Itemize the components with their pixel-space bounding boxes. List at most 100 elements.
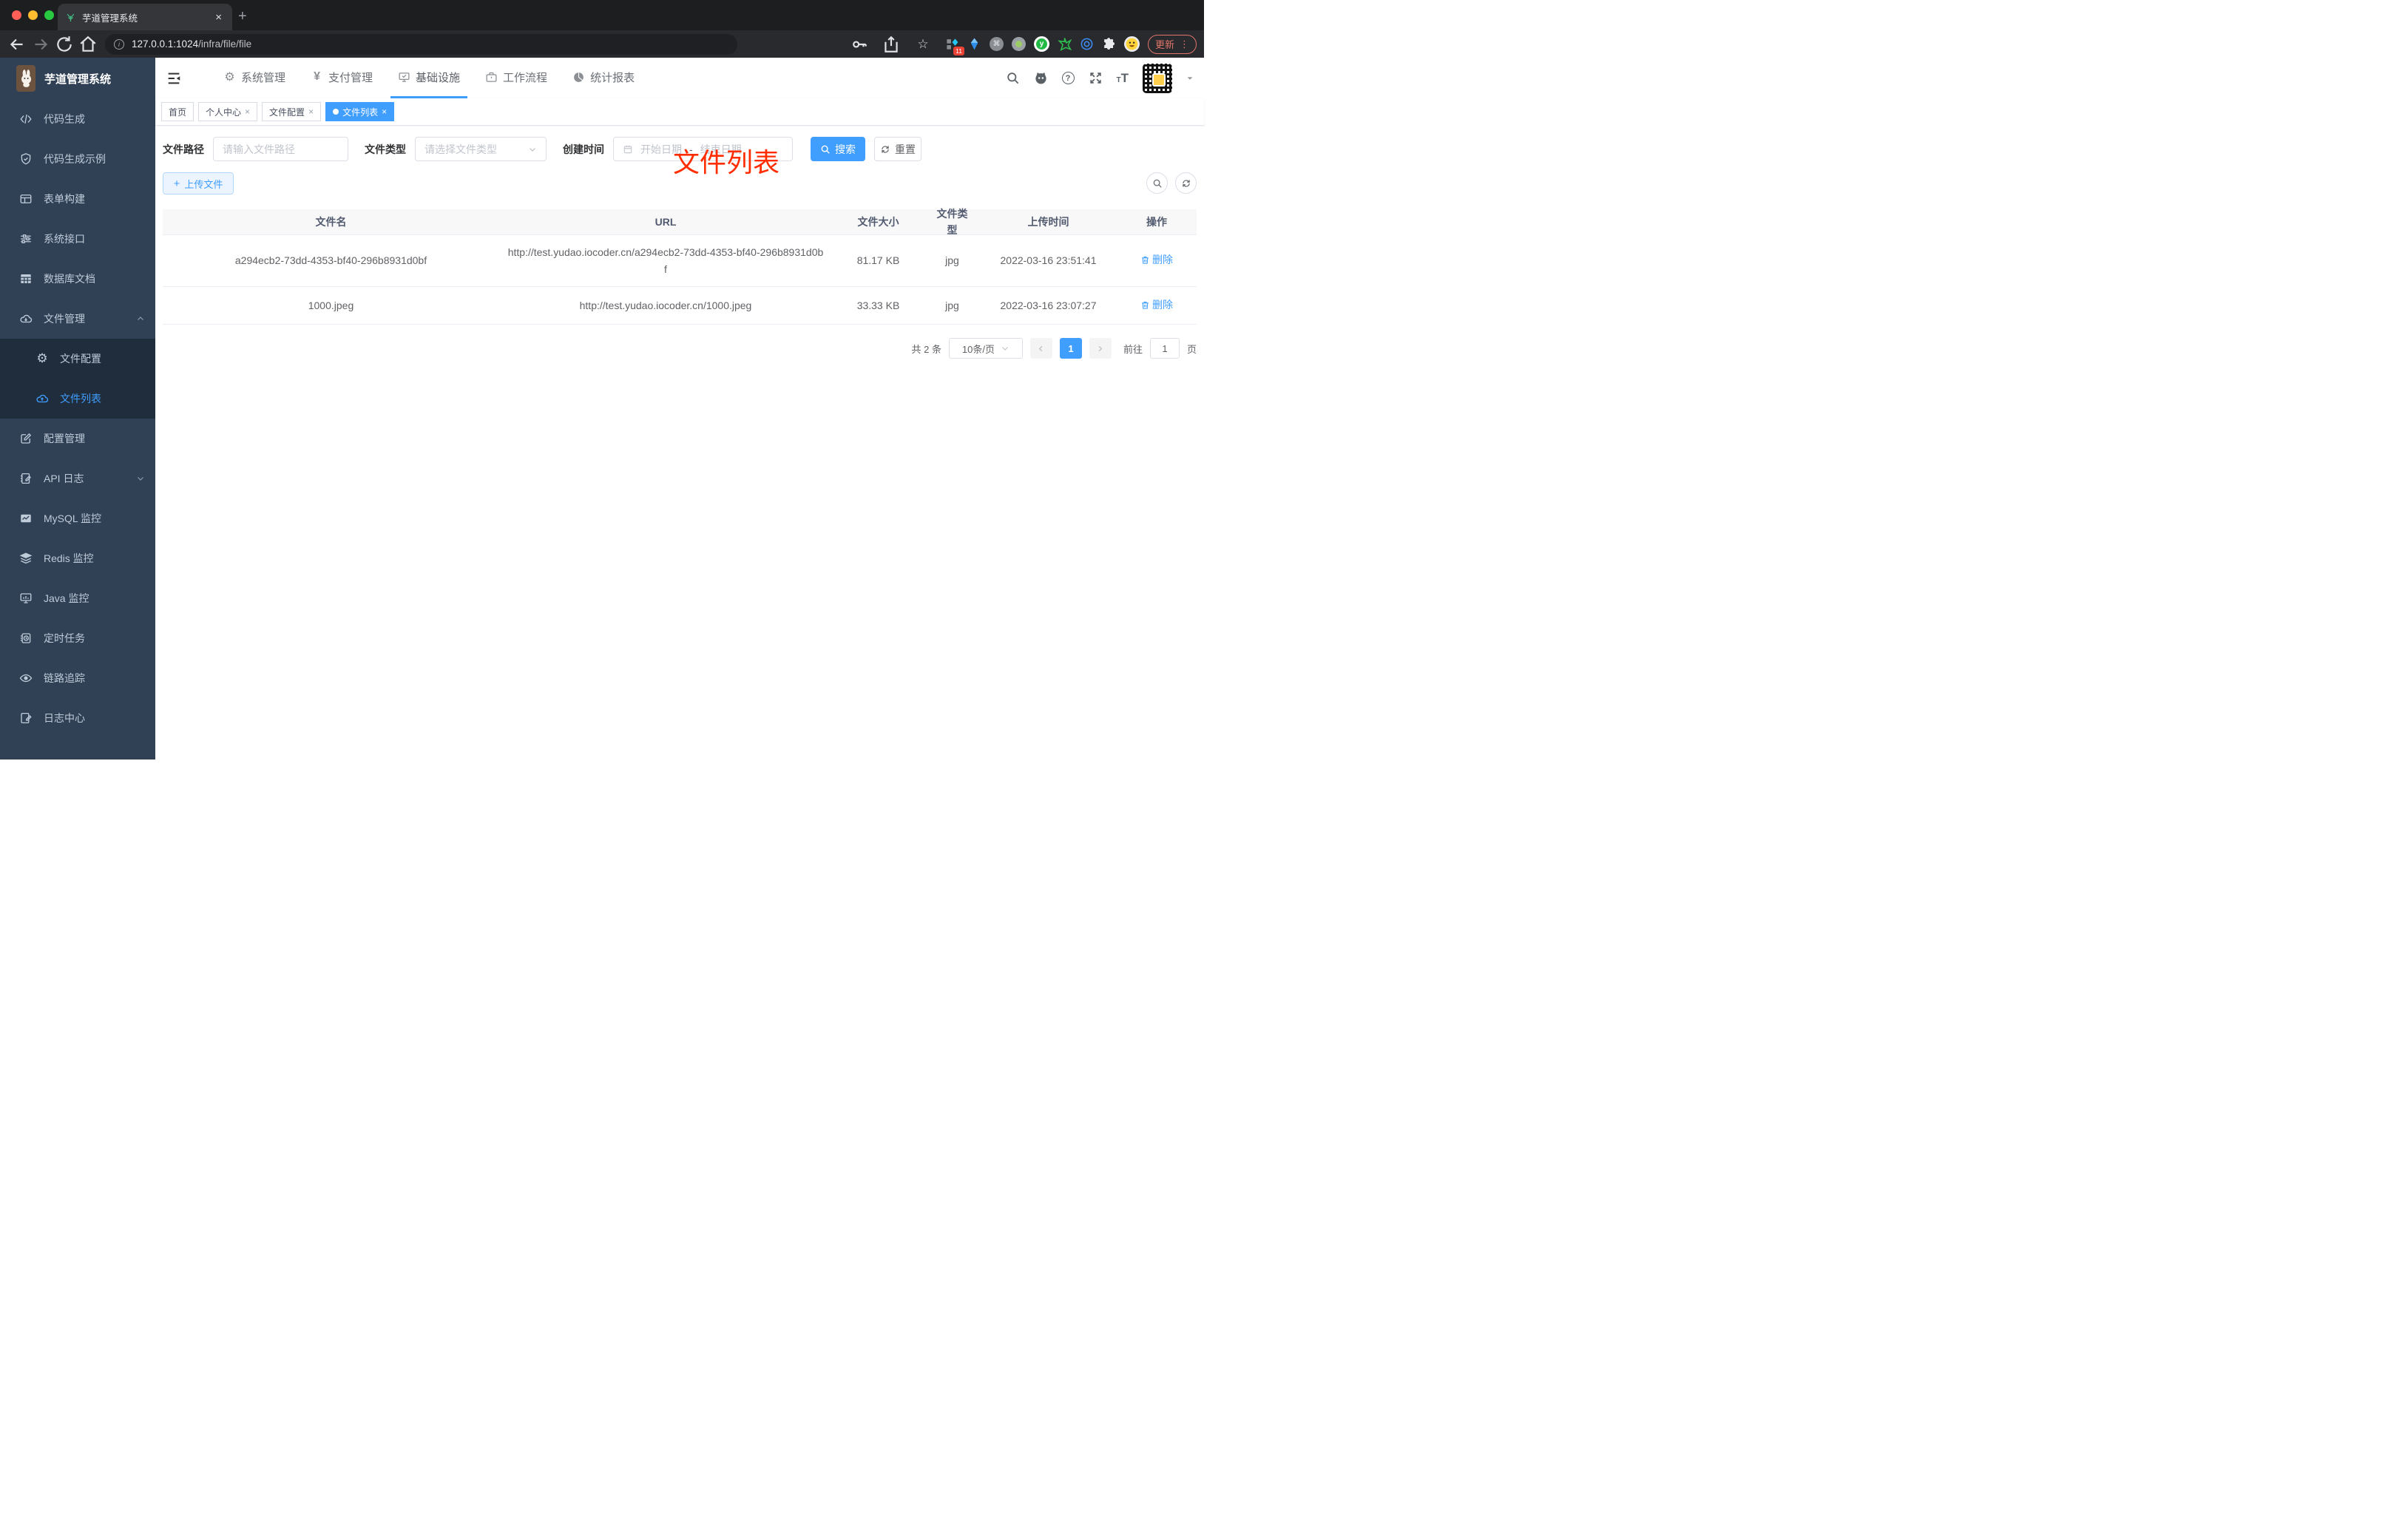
fullscreen-icon[interactable] [1089, 71, 1103, 85]
avatar-caret-down-icon[interactable] [1186, 75, 1194, 82]
tag-close-icon[interactable]: × [382, 106, 387, 117]
upload-file-button[interactable]: + 上传文件 [163, 172, 234, 194]
macos-traffic-lights [12, 10, 54, 20]
col-header-action: 操作 [1146, 215, 1167, 228]
sidebar-logo[interactable]: 芋道管理系统 [0, 58, 155, 99]
chrome-update-button[interactable]: 更新 ⋮ [1147, 34, 1197, 54]
close-window-button[interactable] [12, 10, 21, 20]
edit-square-icon [19, 432, 33, 445]
browser-menu-dots-icon[interactable]: ⋮ [1180, 38, 1189, 50]
ext-command-icon[interactable]: ⌘ [989, 37, 1004, 51]
sidebar-item-code-gen-demo[interactable]: 代码生成示例 [0, 139, 155, 179]
nav-pay-manage[interactable]: ¥ 支付管理 [303, 58, 380, 98]
sidebar-item-file-manage[interactable]: 文件管理 [0, 299, 155, 339]
ext-y-icon[interactable]: y [1033, 36, 1049, 52]
cloud-download-icon [19, 312, 33, 325]
refresh-table-button[interactable] [1175, 172, 1197, 194]
bookmark-star-icon[interactable]: ☆ [913, 35, 933, 54]
delete-button[interactable]: 删除 [1140, 297, 1173, 313]
nav-system-manage[interactable]: ⚙ 系统管理 [216, 58, 293, 98]
back-icon[interactable] [7, 35, 27, 54]
sidebar-item-mysql-monitor[interactable]: MySQL 监控 [0, 498, 155, 538]
sidebar-item-api-log[interactable]: API 日志 [0, 459, 155, 498]
browser-tab[interactable]: 芋道管理系统 × [58, 4, 232, 30]
col-header-size: 文件大小 [857, 215, 899, 228]
new-tab-button[interactable]: + [238, 7, 247, 25]
next-page-button[interactable] [1089, 338, 1112, 359]
ext-record-icon[interactable] [1011, 37, 1026, 51]
nav-reports[interactable]: 统计报表 [565, 58, 642, 98]
ext-gem-icon[interactable] [967, 37, 981, 51]
help-icon[interactable]: ? [1061, 72, 1075, 84]
col-header-url: URL [655, 215, 677, 228]
sidebar-item-scheduled-jobs[interactable]: 定时任务 [0, 618, 155, 658]
tag-file-list[interactable]: 文件列表 × [325, 102, 395, 121]
nav-infrastructure[interactable]: 基础设施 [390, 58, 468, 98]
create-time-label: 创建时间 [563, 143, 604, 155]
extensions-puzzle-icon[interactable] [1102, 37, 1116, 51]
sidebar-item-tracing[interactable]: 链路追踪 [0, 658, 155, 698]
file-path-input[interactable] [223, 143, 339, 155]
ext-tab-manager-icon[interactable]: 11 [945, 37, 964, 55]
password-key-icon[interactable] [850, 35, 869, 54]
cell-url: http://test.yudao.iocoder.cn/a294ecb2-73… [507, 246, 824, 275]
goto-page-input[interactable] [1149, 338, 1180, 359]
forward-icon[interactable] [31, 35, 50, 54]
url-host: 127.0.0.1:1024 [132, 38, 199, 50]
toggle-search-button[interactable] [1146, 172, 1168, 194]
nav-workflow[interactable]: 工作流程 [478, 58, 555, 98]
favicon-leaf-icon [65, 12, 76, 23]
chevron-down-icon [136, 474, 145, 483]
github-icon[interactable] [1034, 71, 1048, 85]
search-button[interactable]: 搜索 [811, 137, 865, 161]
tag-home[interactable]: 首页 [161, 102, 195, 121]
font-size-icon[interactable]: TT [1117, 72, 1129, 84]
prev-page-button[interactable] [1029, 338, 1052, 359]
tab-close-icon[interactable]: × [212, 11, 225, 24]
sidebar-collapse-icon[interactable] [166, 70, 182, 87]
tags-view: 首页 个人中心 × 文件配置 × 文件列表 × [155, 98, 1204, 126]
cell-filename: 1000.jpeg [308, 299, 354, 311]
filter-form: 文件路径 文件类型 请选择文件类型 创建时间 开始日期 - 结束日期 [163, 137, 921, 161]
trash-icon [1140, 255, 1150, 265]
table-header-row: 文件名 URL 文件大小 文件类型 上传时间 操作 [163, 208, 1197, 236]
home-icon[interactable] [78, 35, 98, 54]
sidebar-item-redis-monitor[interactable]: Redis 监控 [0, 538, 155, 578]
tag-profile[interactable]: 个人中心 × [198, 102, 258, 121]
sidebar-item-form-builder[interactable]: 表单构建 [0, 179, 155, 219]
file-type-select[interactable]: 请选择文件类型 [415, 137, 547, 161]
page-content: 文件路径 文件类型 请选择文件类型 创建时间 开始日期 - 结束日期 [155, 126, 1204, 760]
search-icon[interactable] [1006, 71, 1020, 85]
profile-avatar-icon[interactable] [1123, 36, 1140, 52]
sidebar-item-file-config[interactable]: ⚙ 文件配置 [0, 339, 155, 379]
sidebar-item-db-doc[interactable]: 数据库文档 [0, 259, 155, 299]
chevron-left-icon [1037, 345, 1045, 353]
page-size-select[interactable]: 10条/页 [948, 338, 1023, 359]
app-root: 芋道管理系统 代码生成 代码生成示例 表单构建 系统接口 数据库文档 文件管理 [0, 58, 1204, 760]
minimize-window-button[interactable] [28, 10, 38, 20]
sidebar-item-config-manage[interactable]: 配置管理 [0, 419, 155, 459]
site-info-icon[interactable]: i [114, 38, 124, 50]
reset-button[interactable]: 重置 [874, 137, 921, 161]
url-text[interactable]: 127.0.0.1:1024/infra/file/file [132, 38, 251, 50]
reload-icon[interactable] [55, 35, 74, 54]
ext-eye-icon[interactable] [1080, 37, 1094, 51]
address-bar[interactable]: i 127.0.0.1:1024/infra/file/file [105, 33, 737, 55]
ext-star-icon[interactable] [1058, 37, 1072, 51]
avatar-qr-code[interactable] [1143, 63, 1172, 93]
zoom-window-button[interactable] [44, 10, 54, 20]
tag-close-icon[interactable]: × [245, 106, 250, 117]
sidebar-item-system-api[interactable]: 系统接口 [0, 219, 155, 259]
refresh-icon [1181, 178, 1191, 189]
tag-file-config[interactable]: 文件配置 × [262, 102, 322, 121]
delete-button[interactable]: 删除 [1140, 251, 1173, 268]
sidebar-item-log-center[interactable]: 日志中心 [0, 698, 155, 738]
tag-close-icon[interactable]: × [308, 106, 314, 117]
share-icon[interactable] [882, 35, 901, 54]
sidebar-item-code-gen[interactable]: 代码生成 [0, 99, 155, 139]
sidebar-item-file-list[interactable]: 文件列表 [0, 379, 155, 419]
sidebar-item-java-monitor[interactable]: Java 监控 [0, 578, 155, 618]
page-number-button[interactable]: 1 [1059, 338, 1082, 359]
header-icons: ? TT [1006, 63, 1194, 93]
col-header-time: 上传时间 [1027, 215, 1069, 228]
